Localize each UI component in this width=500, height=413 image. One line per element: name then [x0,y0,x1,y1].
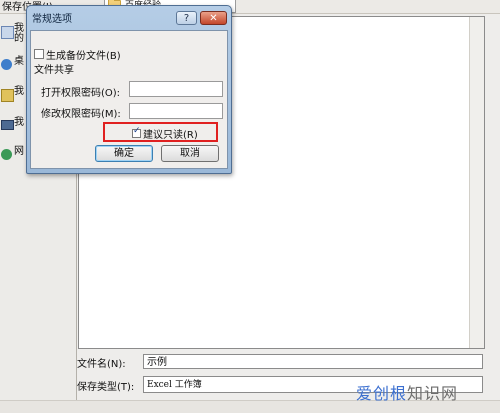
place-label: 我 的 [14,23,24,44]
ok-button[interactable]: 确定 [95,145,153,162]
folder-icon [1,89,14,102]
network-icon [1,149,12,160]
readonly-checkbox[interactable]: ✓ [132,126,141,138]
help-button[interactable]: ? [176,11,197,25]
checkmark-icon: ✓ [133,126,141,136]
place-label: 我 [14,86,24,97]
computer-icon [1,120,14,130]
watermark: 爱创根知识网 [356,380,458,404]
modify-password-label: 修改权限密码(M): [41,109,121,120]
file-name-input[interactable]: 示例 [143,354,483,369]
readonly-label: 建议只读(R) [143,130,198,141]
backup-checkbox[interactable] [34,49,44,59]
watermark-part2: 知识网 [407,384,459,403]
readonly-highlight-box: ✓ 建议只读(R) [103,122,218,142]
backup-label: 生成备份文件(B) [46,51,121,62]
file-sharing-heading: 文件共享 [34,65,74,76]
close-button[interactable]: ✕ [200,11,227,25]
general-options-dialog: 常规选项 ? ✕ 生成备份文件(B) 文件共享 打开权限密码(O): 修改权限密… [26,5,232,174]
file-name-label: 文件名(N): [77,359,126,370]
watermark-part1: 爱创根 [356,384,408,403]
dialog-title: 常规选项 [32,14,72,25]
open-password-label: 打开权限密码(O): [41,88,121,99]
documents-icon [1,26,14,39]
desktop-icon [1,59,12,70]
place-label: 桌 [14,56,24,67]
file-type-label: 保存类型(T): [77,382,135,393]
place-label: 网 [14,146,24,157]
place-label: 我 [14,117,24,128]
open-password-input[interactable] [129,81,223,97]
cancel-button[interactable]: 取消 [161,145,219,162]
dialog-body: 生成备份文件(B) 文件共享 打开权限密码(O): 修改权限密码(M): ✓ 建… [30,30,228,169]
modify-password-input[interactable] [129,103,223,119]
vertical-scrollbar[interactable] [469,17,484,348]
